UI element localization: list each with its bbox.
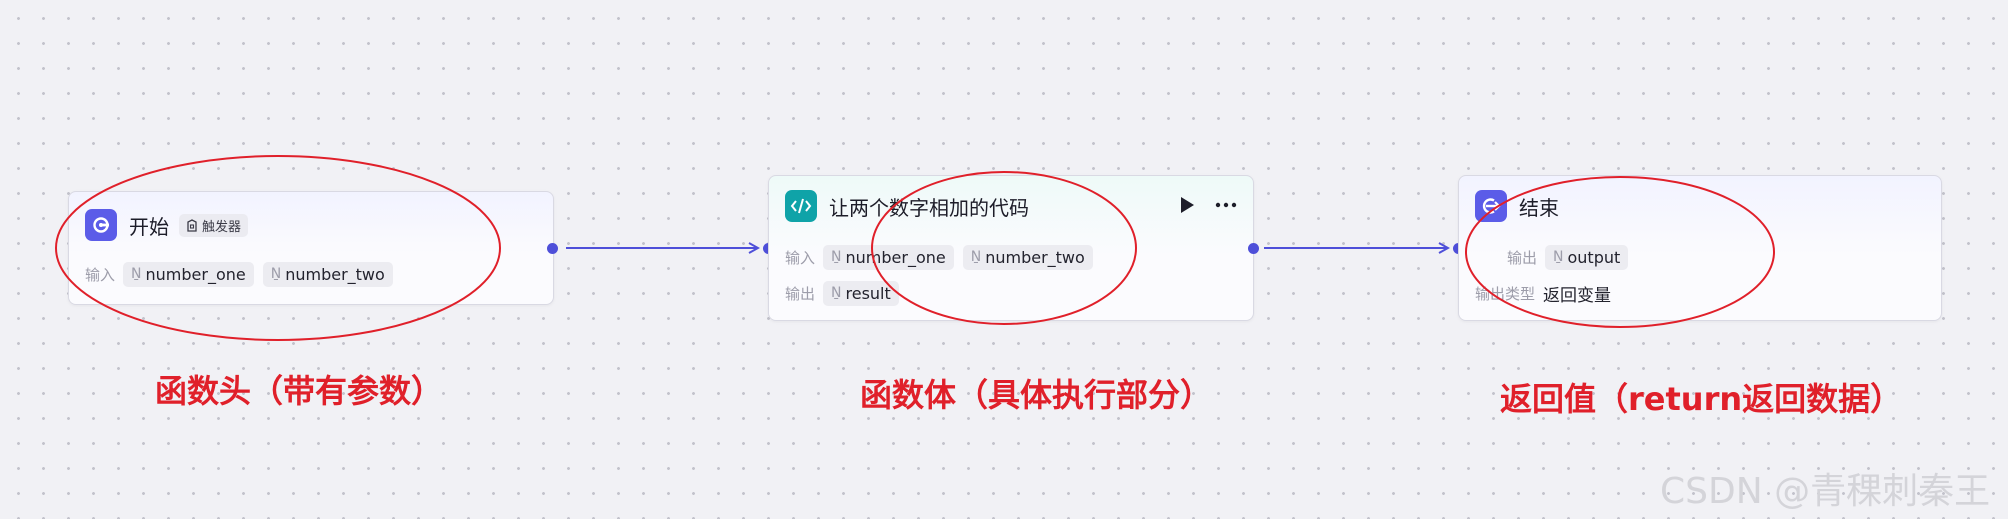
start-input-number-two-name: number_two: [285, 264, 385, 284]
trigger-badge-label: 触发器: [202, 219, 242, 235]
end-output-label: 输出: [1507, 248, 1538, 267]
end-output-type-value[interactable]: 返回变量: [1543, 281, 1611, 306]
code-input-number-two-name: number_two: [985, 247, 1085, 267]
code-output-port[interactable]: [1248, 243, 1259, 254]
number-type-icon: Ṉ: [831, 249, 842, 265]
start-node-title: 开始: [129, 214, 169, 239]
end-node-header: 结束: [1475, 190, 1559, 222]
start-input-label: 输入: [85, 265, 116, 284]
end-node[interactable]: 结束 输出 Ṉ output 输出类型 返回变量: [1458, 175, 1942, 321]
start-input-number-two[interactable]: Ṉ number_two: [262, 261, 393, 287]
start-output-port[interactable]: [547, 243, 558, 254]
code-output-result[interactable]: Ṉ result: [823, 280, 899, 306]
number-type-icon: Ṉ: [1553, 249, 1564, 265]
trigger-icon: [187, 218, 197, 232]
play-icon[interactable]: [1179, 196, 1195, 214]
code-inputs-row: 输入 Ṉ number_one Ṉ number_two: [785, 242, 1102, 272]
start-input-number-one-name: number_one: [145, 264, 246, 284]
more-icon[interactable]: [1215, 202, 1237, 208]
code-node-title: 让两个数字相加的代码: [829, 195, 1029, 220]
start-input-number-one[interactable]: Ṉ number_one: [123, 261, 254, 287]
code-output-label: 输出: [785, 284, 816, 303]
code-input-number-one[interactable]: Ṉ number_one: [823, 244, 954, 270]
code-outputs-row: 输出 Ṉ result: [785, 278, 908, 308]
code-node-actions: [1159, 196, 1237, 214]
code-input-number-two[interactable]: Ṉ number_two: [962, 244, 1093, 270]
workflow-canvas[interactable]: 开始 触发器 输入 Ṉ number_one Ṉ number_two 让两…: [0, 0, 2008, 519]
number-type-icon: Ṉ: [131, 266, 142, 282]
end-icon: [1475, 190, 1507, 222]
code-output-result-name: result: [845, 283, 891, 303]
code-node-header: 让两个数字相加的代码: [785, 190, 1029, 222]
start-node[interactable]: 开始 触发器 输入 Ṉ number_one Ṉ number_two: [68, 191, 554, 305]
number-type-icon: Ṉ: [970, 249, 982, 265]
end-outputs-row: 输出 Ṉ output: [1507, 242, 1637, 272]
start-icon: [85, 209, 117, 241]
end-output-output[interactable]: Ṉ output: [1545, 244, 1629, 270]
code-icon: [785, 190, 817, 222]
end-output-output-name: output: [1567, 247, 1621, 267]
start-inputs-row: 输入 Ṉ number_one Ṉ number_two: [85, 259, 402, 289]
end-output-type-row: 输出类型 返回变量: [1475, 278, 1611, 308]
annotation-function-body: 函数体（具体执行部分）: [860, 376, 1213, 414]
end-node-title: 结束: [1519, 195, 1559, 220]
code-node[interactable]: 让两个数字相加的代码 输入 Ṉ number_one Ṉ number_tw…: [768, 175, 1254, 321]
end-output-type-label: 输出类型: [1475, 284, 1536, 303]
code-input-label: 输入: [785, 248, 816, 267]
annotation-function-head: 函数头（带有参数）: [155, 372, 444, 410]
watermark: CSDN @青稞刺秦王: [1660, 471, 1991, 512]
number-type-icon: Ṉ: [270, 266, 282, 282]
code-input-number-one-name: number_one: [845, 247, 946, 267]
number-type-icon: Ṉ: [831, 285, 842, 301]
start-node-header: 开始 触发器: [85, 209, 249, 241]
annotation-return-value: 返回值（return返回数据）: [1500, 380, 1903, 418]
trigger-badge[interactable]: 触发器: [179, 213, 249, 237]
